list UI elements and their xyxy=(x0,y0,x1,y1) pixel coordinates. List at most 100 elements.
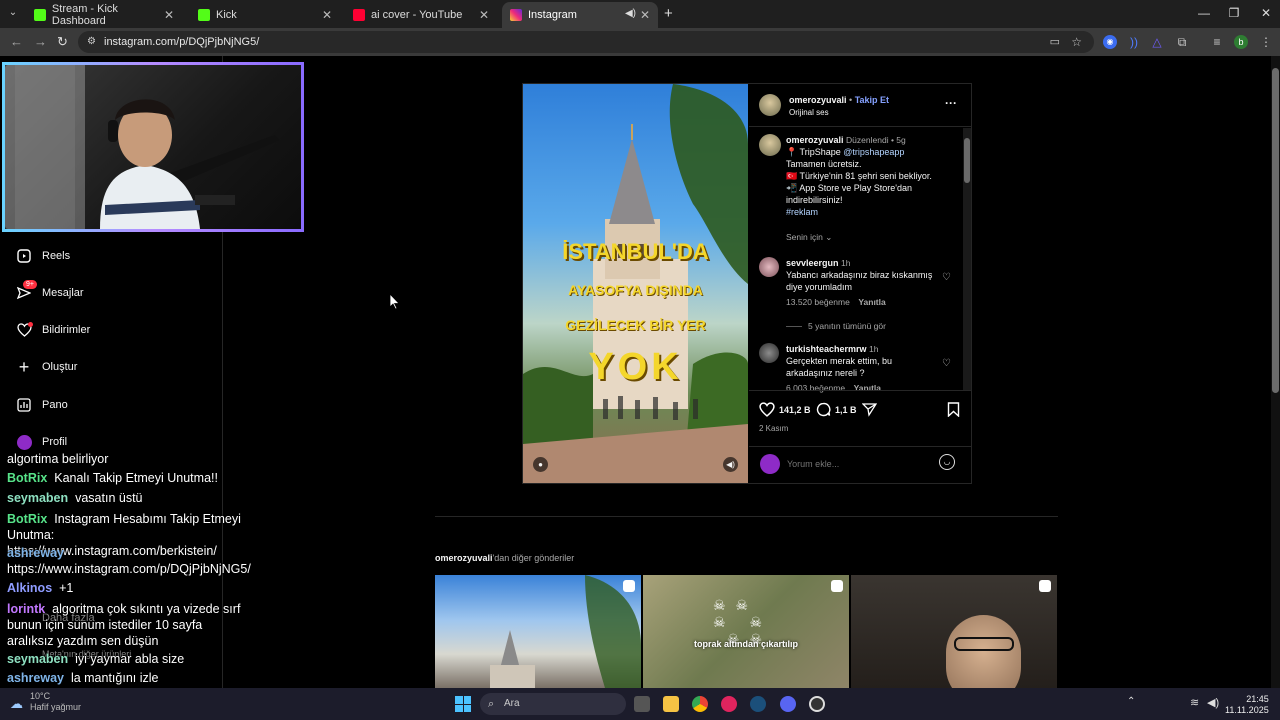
weather-widget[interactable]: 10°C Hafif yağmur xyxy=(30,691,81,713)
view-replies-button[interactable]: 5 yanıtın tümünü gör xyxy=(786,321,886,331)
comment-button[interactable]: 1,1 B xyxy=(816,402,857,417)
share-icon[interactable] xyxy=(861,402,878,422)
extension-icon[interactable]: )) xyxy=(1127,35,1141,49)
grid-post[interactable]: ☠☠ ☠ ☠ ☠☠ toprak altından çıkartılıp xyxy=(643,575,849,688)
tab-instagram[interactable]: Instagram ◀) ✕ xyxy=(502,2,658,28)
sidebar-item-notifications[interactable]: Bildirimler xyxy=(16,322,90,338)
follow-button[interactable]: Takip Et xyxy=(855,95,889,105)
chat-message: seymaben iyi yaymar abla size xyxy=(7,651,184,667)
post-audio[interactable]: Orijinal ses xyxy=(789,108,829,117)
video-overlay-line2: AYASOFYA DIŞINDA xyxy=(568,282,703,298)
tab-youtube[interactable]: ai cover - YouTube ✕ xyxy=(345,2,497,28)
browser-tab-bar: ⌄ Stream - Kick Dashboard ✕ Kick ✕ ai co… xyxy=(0,0,1280,28)
chat-text: https://www.instagram.com/p/DQjPjbNjNG5/ xyxy=(7,562,251,576)
file-explorer-icon[interactable] xyxy=(663,696,679,712)
speaker-icon[interactable]: ◀) xyxy=(625,8,636,19)
extensions-puzzle-icon[interactable]: ⧉ xyxy=(1175,35,1189,49)
maximize-button[interactable]: ❐ xyxy=(1224,6,1244,20)
comments-sort-dropdown[interactable]: Senin için ⌄ xyxy=(786,232,832,243)
reply-button[interactable]: Yanıtla xyxy=(854,383,881,393)
forward-button[interactable]: → xyxy=(34,34,47,49)
close-window-button[interactable]: ✕ xyxy=(1256,6,1276,20)
obs-icon[interactable] xyxy=(809,696,825,712)
tagged-user-icon[interactable]: ● xyxy=(533,457,548,472)
chat-username[interactable]: BotRix xyxy=(7,512,47,526)
sidebar-item-create[interactable]: + Oluştur xyxy=(16,356,78,377)
plus-icon: + xyxy=(18,356,30,377)
post-author-avatar[interactable] xyxy=(759,94,781,116)
system-tray-chevron-icon[interactable]: ⌃ xyxy=(1127,696,1135,707)
close-icon[interactable]: ✕ xyxy=(164,8,174,22)
close-icon[interactable]: ✕ xyxy=(479,8,489,22)
new-tab-button[interactable]: + xyxy=(664,5,673,22)
close-icon[interactable]: ✕ xyxy=(322,8,332,22)
chevron-down-icon: ⌄ xyxy=(825,232,833,242)
comment-input[interactable] xyxy=(787,456,927,472)
caption-author[interactable]: omerozyuvali xyxy=(786,135,844,145)
close-icon[interactable]: ✕ xyxy=(640,8,650,22)
post-author-name[interactable]: omerozyuvali xyxy=(789,95,847,105)
page-scrollbar[interactable] xyxy=(1271,56,1280,688)
reply-button[interactable]: Yanıtla xyxy=(858,297,885,307)
sidebar-item-profile[interactable]: Profil xyxy=(16,434,67,450)
tab-search-button[interactable]: ⌄ xyxy=(6,7,20,21)
menu-icon[interactable]: ⋮ xyxy=(1259,35,1273,49)
taskbar-search[interactable]: ⌕ Ara xyxy=(480,693,626,715)
tab-kick[interactable]: Kick ✕ xyxy=(190,2,340,28)
comment-likes[interactable]: 13.520 beğenme xyxy=(786,297,850,307)
chat-username[interactable]: seymaben xyxy=(7,491,68,505)
kick-icon xyxy=(34,9,46,21)
bookmark-star-icon[interactable]: ☆ xyxy=(1071,31,1082,53)
sidebar-item-reels[interactable]: Reels xyxy=(16,248,70,264)
extension-icon[interactable]: ◉ xyxy=(1103,35,1117,49)
chat-username[interactable]: seymaben xyxy=(7,652,68,666)
wifi-icon[interactable]: ≋ xyxy=(1190,696,1199,709)
grid-post[interactable] xyxy=(851,575,1057,688)
media-control-icon[interactable]: ≡ xyxy=(1210,35,1224,49)
grid-post[interactable] xyxy=(435,575,641,688)
mute-toggle-icon[interactable]: ◀) xyxy=(723,457,738,472)
comment-author[interactable]: turkishteachermrw xyxy=(786,344,867,354)
commenter-avatar[interactable] xyxy=(759,343,779,363)
reload-button[interactable]: ↻ xyxy=(57,34,68,50)
volume-icon[interactable]: ◀) xyxy=(1207,696,1219,709)
more-posts-user[interactable]: omerozyuvali xyxy=(435,553,493,563)
chat-username[interactable]: ashreway xyxy=(7,546,64,560)
start-button[interactable] xyxy=(455,696,471,712)
task-view-icon[interactable] xyxy=(634,696,650,712)
back-button[interactable]: ← xyxy=(10,34,23,49)
comment-likes[interactable]: 6.003 beğenme xyxy=(786,383,845,393)
like-comment-heart-icon[interactable]: ♡ xyxy=(942,358,951,369)
site-info-icon[interactable]: ⚙ xyxy=(87,31,96,53)
extension-icon[interactable]: △ xyxy=(1150,35,1164,49)
clock[interactable]: 21:45 11.11.2025 xyxy=(1225,694,1269,716)
chat-username[interactable]: BotRix xyxy=(7,471,47,485)
save-bookmark-icon[interactable] xyxy=(947,402,960,422)
address-bar[interactable]: ⚙ instagram.com/p/DQjPjbNjNG5/ ▭ ☆ xyxy=(78,31,1094,53)
comment-time: 1h xyxy=(869,344,879,354)
sidebar-item-messages[interactable]: 9+ Mesajlar xyxy=(16,280,84,301)
comment-author[interactable]: sevvleergun xyxy=(786,258,839,268)
commenter-avatar[interactable] xyxy=(759,257,779,277)
steam-icon[interactable] xyxy=(750,696,766,712)
post-video[interactable]: İSTANBUL'DA AYASOFYA DIŞINDA GEZİLECEK B… xyxy=(523,84,748,483)
media-player-icon[interactable] xyxy=(721,696,737,712)
like-button[interactable]: 141,2 B xyxy=(759,402,811,417)
sidebar-item-dashboard[interactable]: Pano xyxy=(16,397,68,413)
minimize-button[interactable]: — xyxy=(1194,6,1214,20)
chat-username[interactable]: ashreway xyxy=(7,671,64,685)
emoji-icon[interactable]: ◡ xyxy=(939,454,955,470)
caption-avatar[interactable] xyxy=(759,134,781,156)
more-options-icon[interactable]: ··· xyxy=(945,96,957,110)
discord-icon[interactable] xyxy=(780,696,796,712)
chat-username[interactable]: Alkinos xyxy=(7,581,52,595)
mention-link[interactable]: @tripshapeapp xyxy=(843,147,904,157)
hashtag-link[interactable]: #reklam xyxy=(786,206,962,218)
chrome-icon[interactable] xyxy=(692,696,708,712)
comments-scrollbar[interactable] xyxy=(963,128,971,390)
cast-icon[interactable]: ▭ xyxy=(1050,31,1060,53)
like-comment-heart-icon[interactable]: ♡ xyxy=(942,272,951,283)
chat-username[interactable]: lorintk xyxy=(7,602,45,616)
profile-avatar[interactable]: b xyxy=(1234,35,1248,49)
tab-kick-dashboard[interactable]: Stream - Kick Dashboard ✕ xyxy=(26,2,182,28)
